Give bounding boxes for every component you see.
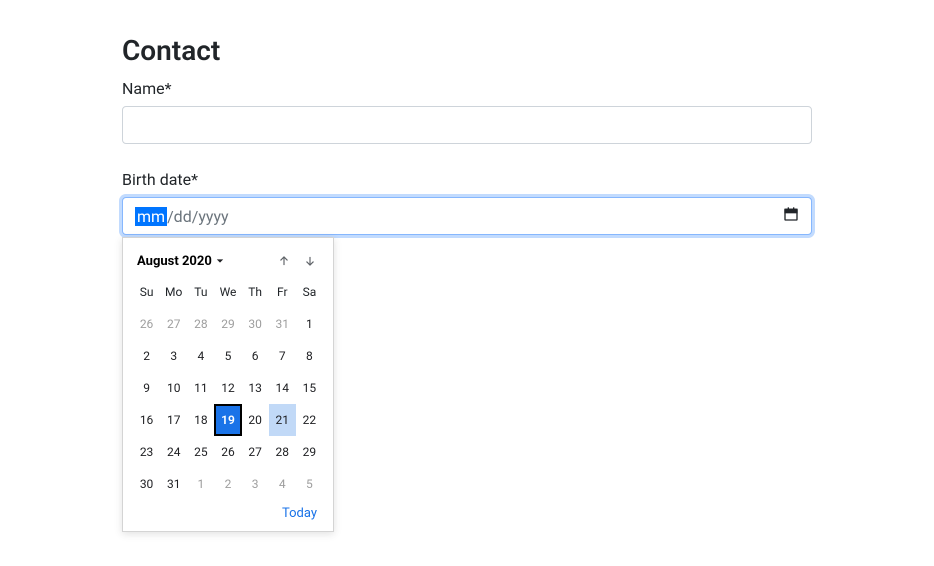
dow-header: Su (133, 282, 160, 302)
calendar-day[interactable]: 3 (160, 340, 187, 372)
calendar-day[interactable]: 20 (242, 404, 269, 436)
calendar-day[interactable]: 8 (296, 340, 323, 372)
chevron-down-icon (216, 254, 224, 269)
calendar-day[interactable]: 21 (269, 404, 296, 436)
calendar-icon[interactable] (783, 206, 799, 226)
calendar-day[interactable]: 26 (214, 436, 241, 468)
birth-date-value: mm/dd/yyyy (135, 207, 229, 226)
dow-header: Sa (296, 282, 323, 302)
calendar-day[interactable]: 19 (214, 404, 241, 436)
birth-day-year-segment[interactable]: /dd/yyyy (167, 207, 229, 226)
calendar-day[interactable]: 22 (296, 404, 323, 436)
calendar-day[interactable]: 31 (160, 468, 187, 500)
calendar-day[interactable]: 9 (133, 372, 160, 404)
dow-header: Th (242, 282, 269, 302)
birth-label: Birth date* (122, 170, 812, 189)
month-year-selector[interactable]: August 2020 (137, 254, 224, 269)
calendar-day-next[interactable]: 3 (242, 468, 269, 500)
calendar-day-next[interactable]: 1 (187, 468, 214, 500)
dow-header: We (214, 282, 241, 302)
prev-month-button[interactable] (275, 252, 293, 270)
next-month-button[interactable] (301, 252, 319, 270)
calendar-day-prev[interactable]: 27 (160, 308, 187, 340)
calendar-day[interactable]: 18 (187, 404, 214, 436)
calendar-day[interactable]: 10 (160, 372, 187, 404)
page-title: Contact (122, 34, 812, 67)
dow-header: Fr (269, 282, 296, 302)
calendar-day[interactable]: 14 (269, 372, 296, 404)
calendar-day-prev[interactable]: 31 (269, 308, 296, 340)
calendar-day[interactable]: 2 (133, 340, 160, 372)
name-label: Name* (122, 79, 812, 98)
calendar-day-prev[interactable]: 29 (214, 308, 241, 340)
calendar-day[interactable]: 30 (133, 468, 160, 500)
dow-header: Tu (187, 282, 214, 302)
calendar-day-next[interactable]: 4 (269, 468, 296, 500)
calendar-day[interactable]: 15 (296, 372, 323, 404)
calendar-day-prev[interactable]: 30 (242, 308, 269, 340)
calendar-day[interactable]: 27 (242, 436, 269, 468)
calendar-day[interactable]: 24 (160, 436, 187, 468)
name-input[interactable] (122, 106, 812, 144)
calendar-day[interactable]: 16 (133, 404, 160, 436)
calendar-day[interactable]: 28 (269, 436, 296, 468)
calendar-day[interactable]: 6 (242, 340, 269, 372)
calendar-grid: SuMoTuWeThFrSa26272829303112345678910111… (133, 282, 323, 500)
calendar-day[interactable]: 29 (296, 436, 323, 468)
name-field-group: Name* (122, 79, 812, 144)
birth-field-group: Birth date* mm/dd/yyyy (122, 170, 812, 235)
today-button[interactable]: Today (282, 506, 317, 521)
calendar-day-next[interactable]: 2 (214, 468, 241, 500)
calendar-day-prev[interactable]: 26 (133, 308, 160, 340)
birth-date-input[interactable]: mm/dd/yyyy (122, 197, 812, 235)
calendar-day-next[interactable]: 5 (296, 468, 323, 500)
date-picker-popup: August 2020 SuMoTuWeThFrSa 2 (122, 237, 334, 532)
calendar-day-prev[interactable]: 28 (187, 308, 214, 340)
calendar-day[interactable]: 7 (269, 340, 296, 372)
calendar-day[interactable]: 17 (160, 404, 187, 436)
calendar-day[interactable]: 12 (214, 372, 241, 404)
calendar-day[interactable]: 13 (242, 372, 269, 404)
birth-month-segment[interactable]: mm (135, 207, 167, 226)
calendar-day[interactable]: 11 (187, 372, 214, 404)
calendar-day[interactable]: 1 (296, 308, 323, 340)
month-year-label: August 2020 (137, 254, 212, 269)
dow-header: Mo (160, 282, 187, 302)
calendar-day[interactable]: 5 (214, 340, 241, 372)
calendar-day[interactable]: 23 (133, 436, 160, 468)
calendar-day[interactable]: 4 (187, 340, 214, 372)
calendar-day[interactable]: 25 (187, 436, 214, 468)
